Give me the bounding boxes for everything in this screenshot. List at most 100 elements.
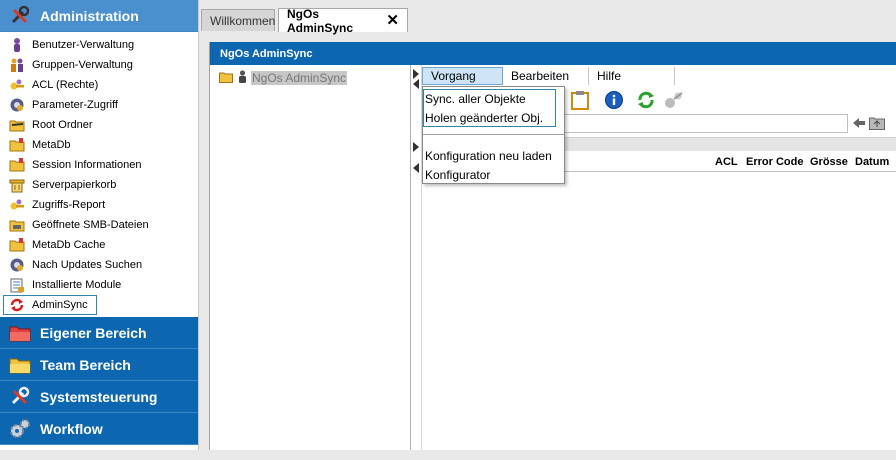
gears-icon	[9, 418, 31, 440]
column-error-code[interactable]: Error Code	[746, 156, 803, 168]
sidebar-item-label: MetaDb Cache	[32, 239, 106, 251]
sidebar-item-label: Zugriffs-Report	[32, 199, 106, 211]
menu-hilfe[interactable]: Hilfe	[589, 67, 675, 85]
sidebar-item-geoeffnete-smb-dateien[interactable]: Geöffnete SMB-Dateien	[0, 215, 198, 235]
sidebar-item-label: Nach Updates Suchen	[32, 259, 143, 271]
sidebar-item-label: Serverpapierkorb	[32, 179, 117, 191]
sidebar-item-label: MetaDb	[32, 139, 71, 151]
modules-icon	[9, 277, 25, 293]
acl-keys-icon	[9, 77, 25, 93]
tab-label: Willkommen	[210, 13, 276, 28]
tools-icon	[9, 386, 31, 408]
menu-label: Hilfe	[597, 69, 622, 83]
root-folder-icon	[9, 117, 25, 133]
sidebar-item-label: Gruppen-Verwaltung	[32, 59, 133, 71]
sidebar-item-label: Benutzer-Verwaltung	[32, 39, 135, 51]
tab-label: NgOs AdminSync	[287, 6, 354, 35]
vorgang-dropdown-menu: Sync. aller Objekte Holen geänderter Obj…	[422, 86, 565, 184]
info-icon[interactable]	[604, 90, 624, 110]
sidebar-item-label: Parameter-Zugriff	[32, 99, 118, 111]
user-admin-icon	[9, 37, 25, 53]
sidebar-item-acl[interactable]: ACL (Rechte)	[0, 75, 198, 95]
menu-label: Bearbeiten	[511, 69, 570, 83]
section-systemsteuerung[interactable]: Systemsteuerung	[0, 381, 198, 413]
section-administration-label: Administration	[40, 7, 139, 24]
section-workflow[interactable]: Workflow	[0, 413, 198, 445]
menu-item-reload-config[interactable]: Konfiguration neu laden	[425, 146, 552, 165]
sync-disabled-icon[interactable]	[662, 90, 683, 110]
column-acl[interactable]: ACL	[715, 156, 738, 168]
section-label: Eigener Bereich	[40, 324, 147, 341]
section-team-bereich[interactable]: Team Bereich	[0, 349, 198, 381]
yellow-folder-icon	[9, 354, 31, 376]
parameter-icon	[9, 97, 25, 113]
sidebar-item-parameter-zugriff[interactable]: Parameter-Zugriff	[0, 95, 198, 115]
tree-node-root[interactable]: NgOs AdminSync	[219, 70, 348, 86]
panel-title: NgOs AdminSync	[210, 42, 896, 65]
tab-bar: Willkommen NgOs AdminSync ✕	[199, 0, 896, 35]
tools-icon	[9, 5, 31, 27]
section-label: Workflow	[40, 420, 103, 437]
sidebar-item-metadb[interactable]: MetaDb	[0, 135, 198, 155]
tree-view: NgOs AdminSync	[210, 65, 411, 450]
column-datum[interactable]: Datum	[855, 156, 889, 168]
menu-separator	[423, 134, 564, 135]
sidebar-item-label: Session Informationen	[32, 159, 142, 171]
menu-vorgang[interactable]: Vorgang	[422, 67, 503, 85]
sidebar-item-root-ordner[interactable]: Root Ordner	[0, 115, 198, 135]
smb-files-icon	[9, 217, 25, 233]
updates-gear-icon	[9, 257, 25, 273]
sidebar-item-label: Installierte Module	[32, 279, 122, 291]
sidebar-item-label: AdminSync	[32, 299, 88, 311]
expand-right-icon[interactable]	[413, 69, 419, 79]
sidebar-item-metadb-cache[interactable]: MetaDb Cache	[0, 235, 198, 255]
collapse-left-icon[interactable]	[413, 79, 419, 89]
tab-willkommen[interactable]: Willkommen	[201, 9, 275, 31]
session-folder-icon	[9, 157, 25, 173]
folder-icon	[219, 71, 233, 86]
sidebar-item-session-informationen[interactable]: Session Informationen	[0, 155, 198, 175]
sidebar-item-label: Geöffnete SMB-Dateien	[32, 219, 149, 231]
sidebar-item-label: ACL (Rechte)	[32, 79, 99, 91]
section-label: Systemsteuerung	[40, 388, 158, 405]
metadb-cache-folder-icon	[9, 237, 25, 253]
sidebar-item-installierte-module[interactable]: Installierte Module	[0, 275, 198, 295]
server-trash-icon	[9, 177, 25, 193]
status-strip	[0, 450, 896, 460]
section-label: Team Bereich	[40, 356, 131, 373]
sidebar-item-label: Root Ordner	[32, 119, 93, 131]
menu-bar: Vorgang Bearbeiten Hilfe	[422, 67, 692, 85]
expand-right-icon[interactable]	[413, 142, 419, 152]
sidebar-item-zugriffs-report[interactable]: Zugriffs-Report	[0, 195, 198, 215]
user-icon	[237, 70, 248, 86]
menu-item-configurator[interactable]: Konfigurator	[425, 165, 490, 184]
metadb-folder-icon	[9, 137, 25, 153]
red-folder-icon	[9, 322, 31, 344]
clipboard-icon[interactable]	[570, 90, 590, 110]
admin-menu: Benutzer-Verwaltung Gruppen-Verwaltung A…	[0, 32, 198, 317]
menu-item-sync-all[interactable]: Sync. aller Objekte	[425, 89, 526, 108]
access-report-icon	[9, 197, 25, 213]
tab-ngos-adminsync[interactable]: NgOs AdminSync ✕	[278, 6, 408, 35]
section-eigener-bereich[interactable]: Eigener Bereich	[0, 317, 198, 349]
group-admin-icon	[9, 57, 25, 73]
folder-up-icon[interactable]	[869, 116, 885, 133]
tree-node-label: NgOs AdminSync	[251, 71, 348, 85]
admin-sidebar: Administration Benutzer-Verwaltung Grupp…	[0, 0, 199, 450]
menu-bearbeiten[interactable]: Bearbeiten	[503, 67, 589, 85]
sidebar-item-benutzer-verwaltung[interactable]: Benutzer-Verwaltung	[0, 35, 198, 55]
section-administration[interactable]: Administration	[0, 0, 198, 32]
panel-splitter[interactable]	[411, 65, 421, 450]
collapse-left-icon[interactable]	[413, 163, 419, 173]
sidebar-item-adminsync[interactable]: AdminSync	[3, 295, 97, 315]
adminsync-icon	[9, 297, 25, 313]
menu-label: Vorgang	[431, 69, 476, 83]
menu-item-fetch-changed[interactable]: Holen geänderter Obj.	[425, 108, 543, 127]
refresh-icon[interactable]	[636, 90, 656, 110]
close-icon[interactable]: ✕	[386, 13, 399, 28]
sidebar-item-serverpapierkorb[interactable]: Serverpapierkorb	[0, 175, 198, 195]
back-arrow-icon[interactable]	[852, 116, 866, 133]
sidebar-item-gruppen-verwaltung[interactable]: Gruppen-Verwaltung	[0, 55, 198, 75]
sidebar-item-nach-updates-suchen[interactable]: Nach Updates Suchen	[0, 255, 198, 275]
column-groesse[interactable]: Grösse	[810, 156, 848, 168]
